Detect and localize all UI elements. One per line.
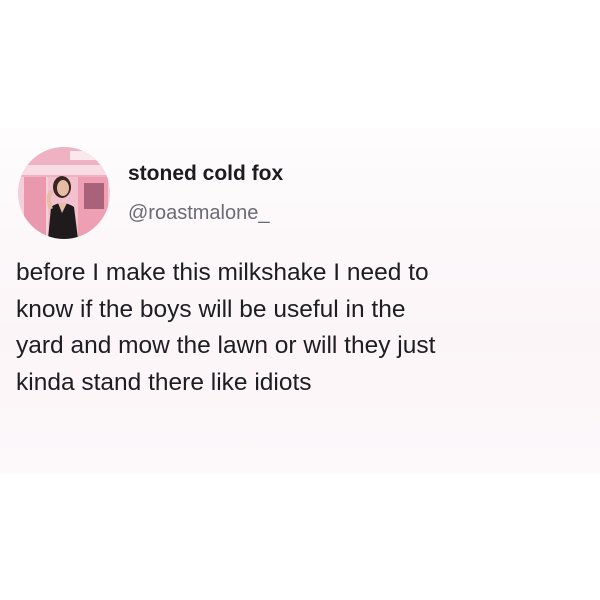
meme-screenshot: stoned cold fox @roastmalone_ before I m… <box>0 0 600 600</box>
tweet-text-line: know if the boys will be useful in the <box>16 295 406 323</box>
user-handle[interactable]: @roastmalone_ <box>128 202 269 225</box>
tweet-text-line: kinda stand there like idiots <box>16 368 312 396</box>
avatar[interactable] <box>18 147 110 239</box>
profile-photo-icon <box>18 147 110 239</box>
tweet-text: before I make this milkshake I need to k… <box>16 255 581 401</box>
tweet-text-line: yard and mow the lawn or will they just <box>16 332 436 359</box>
tweet-card: stoned cold fox @roastmalone_ before I m… <box>0 128 600 473</box>
tweet-text-line: before I make this milkshake I need to <box>16 259 429 286</box>
display-name[interactable]: stoned cold fox <box>128 162 283 186</box>
